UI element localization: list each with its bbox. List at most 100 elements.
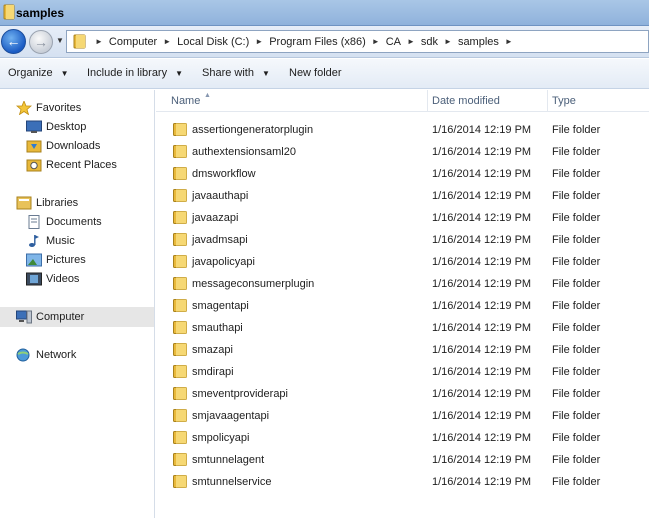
table-row[interactable]: javaauthapi 1/16/2014 12:19 PM File folder xyxy=(156,185,649,207)
chevron-right-icon[interactable]: ► xyxy=(368,37,384,46)
include-in-library-button[interactable]: Include in library ▼ xyxy=(87,67,183,79)
file-date-modified: 1/16/2014 12:19 PM xyxy=(432,190,532,202)
chevron-right-icon[interactable]: ► xyxy=(251,37,267,46)
navigation-pane: Favorites Desktop Downloads Recent Place… xyxy=(0,90,155,518)
folder-icon xyxy=(173,387,187,400)
folder-icon xyxy=(173,167,187,180)
table-row[interactable]: smdirapi 1/16/2014 12:19 PM File folder xyxy=(156,361,649,383)
file-name: javadmsapi xyxy=(192,234,248,246)
breadcrumb-item[interactable]: Local Disk (C:) xyxy=(175,36,251,48)
folder-icon xyxy=(173,343,187,356)
breadcrumb-item[interactable]: CA xyxy=(384,36,403,48)
computer-icon xyxy=(16,310,32,324)
share-with-label: Share with xyxy=(202,67,254,79)
folder-icon xyxy=(173,475,187,488)
table-row[interactable]: smpolicyapi 1/16/2014 12:19 PM File folder xyxy=(156,427,649,449)
file-type: File folder xyxy=(552,168,601,180)
file-name: smpolicyapi xyxy=(192,432,250,444)
file-name: javaauthapi xyxy=(192,190,249,202)
address-box[interactable]: ► Computer ► Local Disk (C:) ► Program F… xyxy=(66,30,649,53)
file-date-modified: 1/16/2014 12:19 PM xyxy=(432,388,532,400)
desktop-icon xyxy=(26,120,42,133)
file-type: File folder xyxy=(552,300,601,312)
chevron-down-icon: ▼ xyxy=(261,69,270,78)
videos-icon xyxy=(26,272,42,286)
back-button[interactable]: ← xyxy=(1,29,26,54)
table-row[interactable]: assertiongeneratorplugin 1/16/2014 12:19 … xyxy=(156,119,649,141)
table-row[interactable]: smtunnelservice 1/16/2014 12:19 PM File fo… xyxy=(156,471,649,493)
file-type: File folder xyxy=(552,476,601,488)
nav-item-label: Videos xyxy=(46,273,80,285)
folder-icon xyxy=(173,431,187,444)
table-row[interactable]: smjavaagentapi 1/16/2014 12:19 PM File fol… xyxy=(156,405,649,427)
organize-button[interactable]: Organize ▼ xyxy=(8,67,69,79)
forward-button[interactable]: → xyxy=(29,30,53,54)
chevron-right-icon[interactable]: ► xyxy=(403,37,419,46)
share-with-button[interactable]: Share with ▼ xyxy=(202,67,270,79)
file-type: File folder xyxy=(552,146,601,158)
table-row[interactable]: dmsworkflow 1/16/2014 12:19 PM File folder xyxy=(156,163,649,185)
file-name: smagentapi xyxy=(192,300,249,312)
chevron-right-icon[interactable]: ► xyxy=(440,37,456,46)
folder-icon xyxy=(173,277,187,290)
breadcrumb-item[interactable]: samples xyxy=(456,36,501,48)
table-row[interactable]: smauthapi 1/16/2014 12:19 PM File folder xyxy=(156,317,649,339)
back-arrow-icon: ← xyxy=(6,33,21,49)
column-header-date[interactable]: Date modified xyxy=(428,90,548,112)
file-type: File folder xyxy=(552,344,601,356)
table-row[interactable]: smeventproviderapi 1/16/2014 12:19 PM File… xyxy=(156,383,649,405)
folder-icon xyxy=(173,123,187,136)
table-row[interactable]: javaazapi 1/16/2014 12:19 PM File folder xyxy=(156,207,649,229)
file-list: Name ▲ Date modified Type assertiongener… xyxy=(156,90,649,518)
file-type: File folder xyxy=(552,212,601,224)
column-header-label: Name xyxy=(171,95,201,107)
breadcrumb-item[interactable]: Program Files (x86) xyxy=(267,36,368,48)
recent-pages-dropdown-icon[interactable]: ▼ xyxy=(56,36,64,45)
title-bar[interactable]: samples xyxy=(0,0,649,26)
nav-item-label: Desktop xyxy=(46,121,87,133)
table-row[interactable]: smazapi 1/16/2014 12:19 PM File folder xyxy=(156,339,649,361)
breadcrumb-item[interactable]: Computer xyxy=(107,36,159,48)
folder-icon xyxy=(173,321,187,334)
file-type: File folder xyxy=(552,256,601,268)
file-type: File folder xyxy=(552,322,601,334)
table-row[interactable]: messageconsumerplugin 1/16/2014 12:19 PM F… xyxy=(156,273,649,295)
recent-places-icon xyxy=(26,159,42,172)
file-date-modified: 1/16/2014 12:19 PM xyxy=(432,124,532,136)
folder-icon xyxy=(173,299,187,312)
forward-arrow-icon: → xyxy=(34,34,48,50)
folder-icon xyxy=(173,145,187,158)
file-type: File folder xyxy=(552,124,601,136)
file-type: File folder xyxy=(552,410,601,422)
window-title: samples xyxy=(16,6,65,20)
table-row[interactable]: smtunnelagent 1/16/2014 12:19 PM File fold… xyxy=(156,449,649,471)
breadcrumb: ► Computer ► Local Disk (C:) ► Program F… xyxy=(91,31,517,52)
star-icon xyxy=(16,101,32,115)
folder-icon xyxy=(173,409,187,422)
include-in-library-label: Include in library xyxy=(87,67,168,79)
chevron-right-icon[interactable]: ► xyxy=(91,37,107,46)
chevron-right-icon[interactable]: ► xyxy=(159,37,175,46)
nav-item-label: Computer xyxy=(36,311,85,323)
file-date-modified: 1/16/2014 12:19 PM xyxy=(432,256,532,268)
file-date-modified: 1/16/2014 12:19 PM xyxy=(432,344,532,356)
nav-item-label: Favorites xyxy=(36,102,82,114)
documents-icon xyxy=(28,215,40,229)
file-type: File folder xyxy=(552,234,601,246)
file-date-modified: 1/16/2014 12:19 PM xyxy=(432,454,532,466)
column-header-name[interactable]: Name ▲ xyxy=(156,90,428,112)
breadcrumb-item[interactable]: sdk xyxy=(419,36,440,48)
table-row[interactable]: smagentapi 1/16/2014 12:19 PM File folder xyxy=(156,295,649,317)
file-name: assertiongeneratorplugin xyxy=(192,124,314,136)
chevron-right-icon[interactable]: ► xyxy=(501,37,517,46)
table-row[interactable]: javadmsapi 1/16/2014 12:19 PM File folder xyxy=(156,229,649,251)
new-folder-button[interactable]: New folder xyxy=(289,67,342,79)
file-date-modified: 1/16/2014 12:19 PM xyxy=(432,300,532,312)
table-row[interactable]: javapolicyapi 1/16/2014 12:19 PM File fold… xyxy=(156,251,649,273)
table-row[interactable]: authextensionsaml20 1/16/2014 12:19 PM Fil… xyxy=(156,141,649,163)
file-name: javaazapi xyxy=(192,212,239,224)
column-header-type[interactable]: Type xyxy=(548,90,649,112)
column-header-label: Date modified xyxy=(432,95,500,107)
folder-icon xyxy=(173,211,187,224)
downloads-folder-icon xyxy=(26,140,42,153)
